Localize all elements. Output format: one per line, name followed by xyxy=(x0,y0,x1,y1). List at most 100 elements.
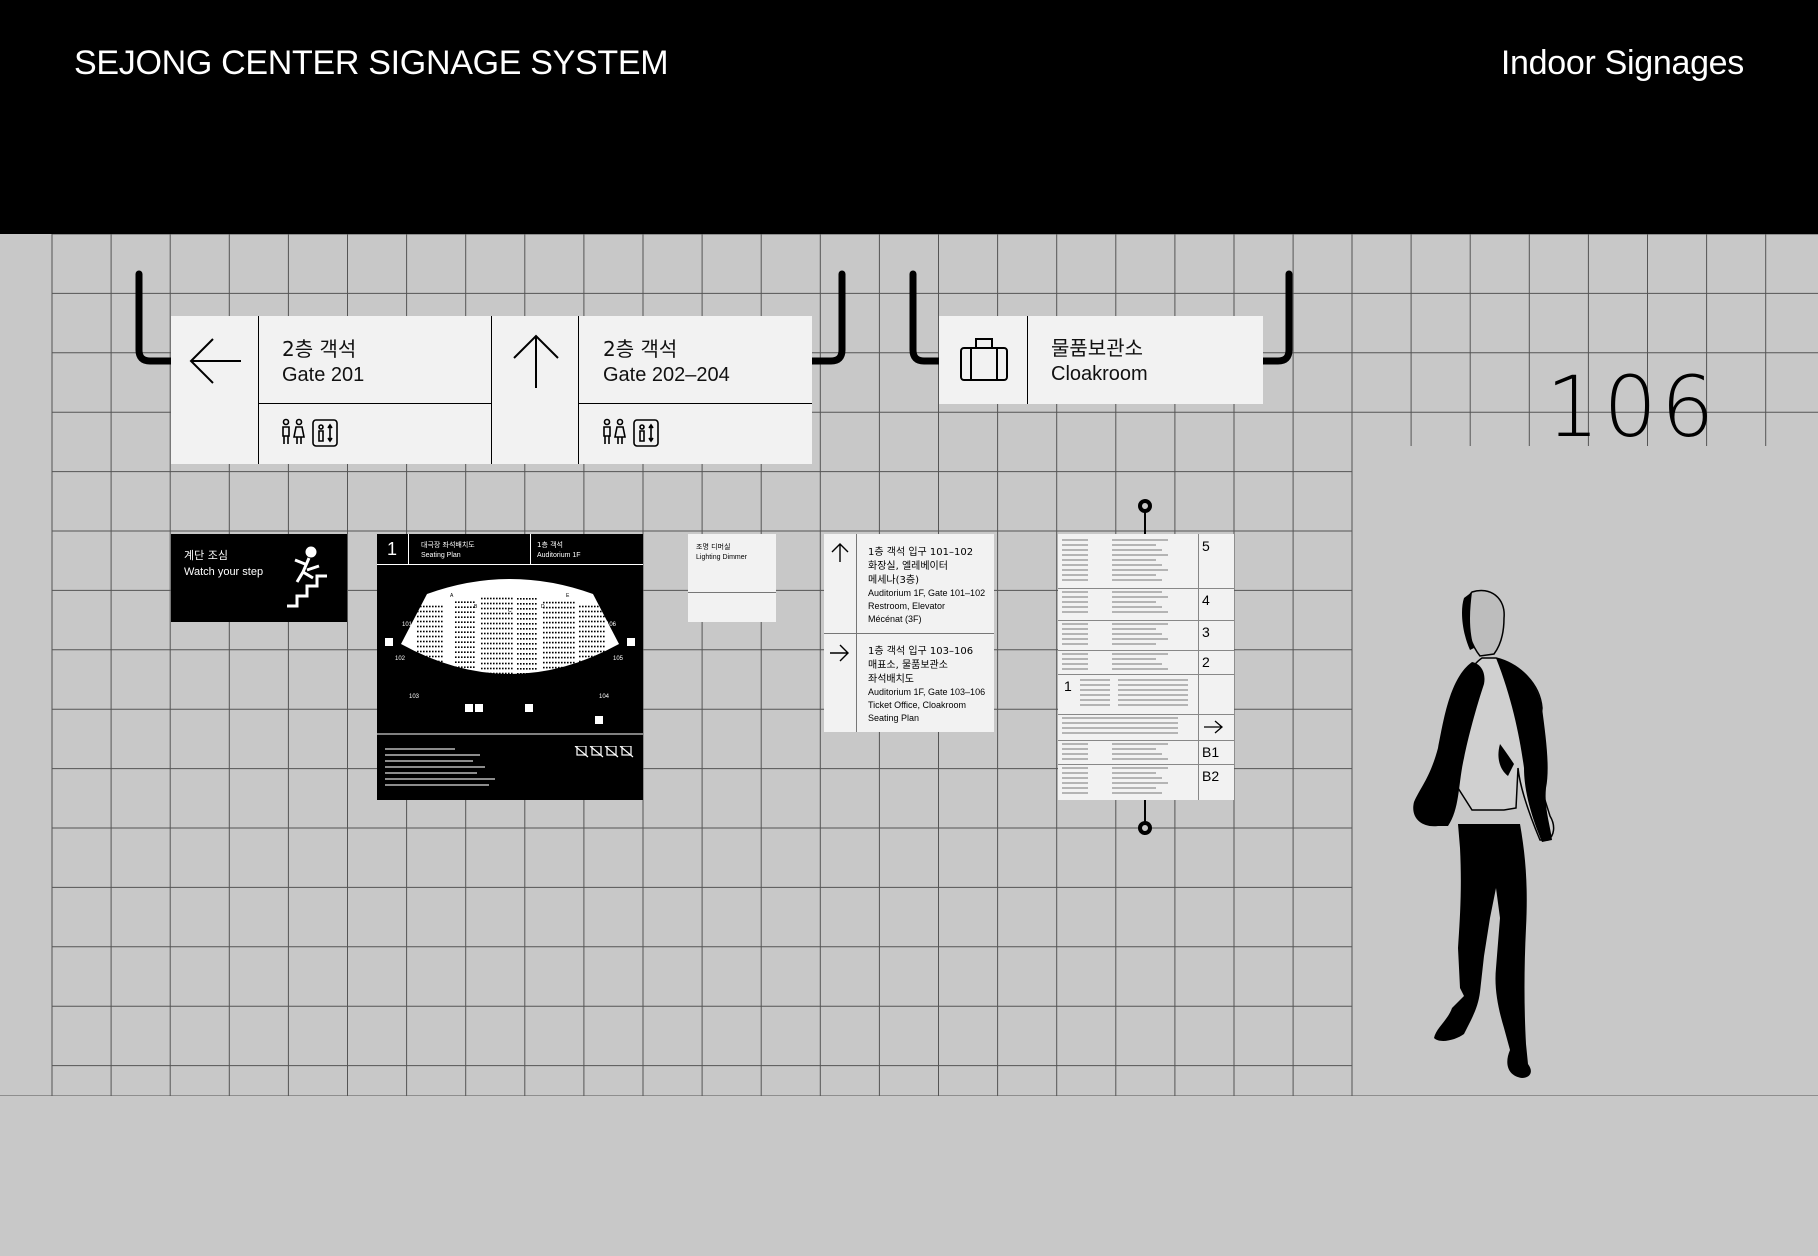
seat-mark xyxy=(490,647,492,650)
seat-mark xyxy=(573,671,575,674)
seat-mark xyxy=(564,661,566,664)
seat-mark xyxy=(585,610,587,613)
seat-mark xyxy=(423,640,425,643)
seat-mark xyxy=(573,626,575,629)
seat-mark xyxy=(588,615,590,618)
seat-mark xyxy=(600,650,602,653)
seat-mark xyxy=(585,675,587,678)
seat-mark xyxy=(573,621,575,624)
level-korean: 1층 객석 xyxy=(537,541,563,549)
gate-label: 103 xyxy=(409,694,420,700)
seat-mark xyxy=(535,658,537,660)
seat-mark xyxy=(582,615,584,618)
seat-mark xyxy=(508,647,510,650)
seat-mark xyxy=(517,598,519,600)
seat-mark xyxy=(499,647,501,650)
seat-mark xyxy=(511,642,513,645)
seat-mark xyxy=(594,670,596,673)
seat-mark xyxy=(517,658,519,660)
seat-mark xyxy=(499,627,501,630)
seat-mark xyxy=(429,675,431,678)
seat-mark xyxy=(561,671,563,674)
seat-mark xyxy=(484,637,486,640)
seat-mark xyxy=(523,633,525,635)
seat-mark xyxy=(564,611,566,614)
seat-mark xyxy=(600,605,602,608)
seat-mark xyxy=(567,606,569,609)
seat-mark xyxy=(597,625,599,628)
seat-mark xyxy=(490,672,492,675)
seat-mark xyxy=(423,620,425,623)
up-arrow-icon xyxy=(831,543,849,562)
falling-stairs-icon xyxy=(287,546,327,608)
seat-mark xyxy=(591,605,593,608)
seat-mark xyxy=(570,671,572,674)
seat-mark xyxy=(523,623,525,625)
seat-mark xyxy=(564,606,566,609)
seat-mark xyxy=(558,651,560,654)
seat-mark xyxy=(567,676,569,679)
seat-mark xyxy=(417,675,419,678)
seat-mark xyxy=(499,652,501,655)
seat-mark xyxy=(546,641,548,644)
seat-mark xyxy=(591,640,593,643)
seat-mark xyxy=(502,647,504,650)
seat-mark xyxy=(464,606,466,608)
seat-mark xyxy=(429,610,431,613)
seat-mark xyxy=(526,633,528,635)
seat-mark xyxy=(496,612,498,615)
seat-mark xyxy=(558,611,560,614)
sign-korean-label: 계단 조심 xyxy=(184,549,228,562)
seat-mark xyxy=(594,630,596,633)
seat-mark xyxy=(464,651,466,653)
seat-mark xyxy=(591,670,593,673)
seat-mark xyxy=(603,635,605,638)
seat-mark xyxy=(441,645,443,648)
seat-mark xyxy=(508,642,510,645)
seat-mark xyxy=(493,647,495,650)
seat-mark xyxy=(543,671,545,674)
seat-mark xyxy=(435,650,437,653)
seat-mark xyxy=(573,606,575,609)
seat-mark xyxy=(535,623,537,625)
seat-mark xyxy=(467,651,469,653)
seat-mark xyxy=(505,617,507,620)
seat-mark xyxy=(441,650,443,653)
seat-mark xyxy=(603,655,605,658)
seat-mark xyxy=(470,626,472,628)
seat-mark xyxy=(432,610,434,613)
seat-mark xyxy=(555,641,557,644)
seat-mark xyxy=(470,651,472,653)
seat-mark xyxy=(458,666,460,668)
seat-mark xyxy=(470,666,472,668)
seat-mark xyxy=(458,631,460,633)
seat-mark xyxy=(567,616,569,619)
seat-mark xyxy=(588,635,590,638)
seat-mark xyxy=(517,663,519,665)
direction-english-line: Mécénat (3F) xyxy=(868,614,922,624)
seat-mark xyxy=(420,630,422,633)
seat-mark xyxy=(535,628,537,630)
seat-mark xyxy=(435,645,437,648)
seat-mark xyxy=(426,680,428,683)
seat-mark xyxy=(552,641,554,644)
seat-mark xyxy=(438,630,440,633)
seat-mark xyxy=(520,658,522,660)
seat-mark xyxy=(585,625,587,628)
seat-mark xyxy=(455,671,457,673)
seat-mark xyxy=(426,640,428,643)
seat-mark xyxy=(573,601,575,604)
seat-mark xyxy=(502,657,504,660)
seat-mark xyxy=(481,667,483,670)
seat-mark xyxy=(570,676,572,679)
seat-mark xyxy=(432,625,434,628)
seat-mark xyxy=(523,658,525,660)
seat-mark xyxy=(420,605,422,608)
seat-mark xyxy=(432,645,434,648)
seat-mark xyxy=(470,641,472,643)
seat-mark xyxy=(582,665,584,668)
seat-mark xyxy=(496,627,498,630)
seat-mark xyxy=(496,642,498,645)
seat-mark xyxy=(517,673,519,675)
seat-mark xyxy=(570,656,572,659)
